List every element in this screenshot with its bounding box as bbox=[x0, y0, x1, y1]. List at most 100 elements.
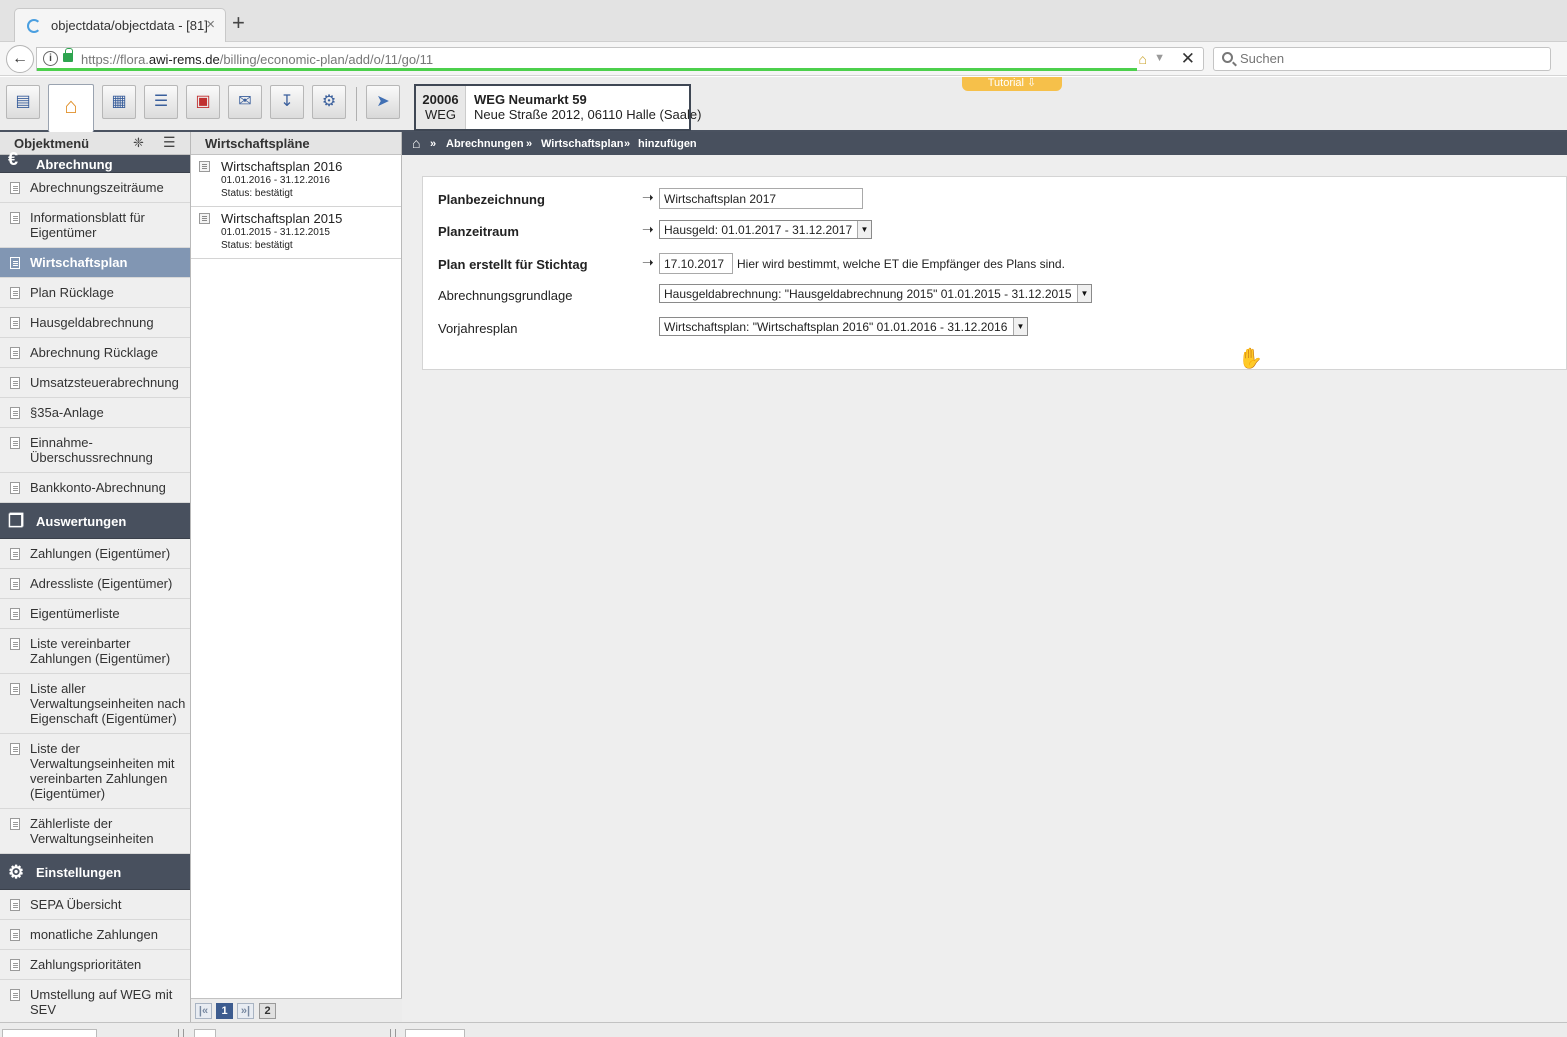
plan-status: Status: bestätigt bbox=[221, 188, 293, 199]
tutorial-tab[interactable]: Tutorial ⇩ bbox=[962, 77, 1062, 91]
menu-item-zaehlerliste[interactable]: Zählerliste der Verwaltungseinheiten bbox=[0, 809, 190, 854]
horizontal-scrollbar[interactable] bbox=[194, 1029, 216, 1037]
breadcrumb-separator: » bbox=[526, 138, 533, 150]
menu-item-label: Zahlungsprioritäten bbox=[30, 957, 142, 972]
menu-item-label: Hausgeldabrechnung bbox=[30, 315, 154, 330]
document-icon bbox=[10, 287, 20, 299]
object-info: WEG Neumarkt 59 Neue Straße 2012, 06110 … bbox=[474, 92, 702, 122]
plan-list-item[interactable]: Wirtschaftsplan 2015 01.01.2015 - 31.12.… bbox=[191, 207, 401, 259]
breadcrumb-wirtschaftsplan[interactable]: Wirtschaftsplan bbox=[541, 138, 623, 150]
document-icon bbox=[10, 212, 20, 224]
menu-item-liste-verwaltungseinheiten-zahlungen[interactable]: Liste der Verwaltungseinheiten mit verei… bbox=[0, 734, 190, 809]
main-content: ⌂ » Abrechnungen » Wirtschaftsplan » hin… bbox=[402, 132, 1567, 1022]
home-icon[interactable]: ⌂ bbox=[48, 84, 94, 132]
form-row-previous-plan: Vorjahresplan Wirtschaftsplan: "Wirtscha… bbox=[438, 317, 1558, 339]
previous-plan-value: Wirtschaftsplan: "Wirtschaftsplan 2016" … bbox=[664, 320, 1008, 334]
menu-item-monatliche-zahlungen[interactable]: monatliche Zahlungen bbox=[0, 920, 190, 950]
object-number: 20006 WEG bbox=[416, 86, 466, 129]
menu-item-label: Wirtschaftsplan bbox=[30, 255, 128, 270]
plan-name-input[interactable] bbox=[659, 188, 863, 209]
visibility-toggle-icon[interactable]: ❈ bbox=[133, 135, 144, 151]
section-settings[interactable]: ⚙ Einstellungen bbox=[0, 854, 190, 890]
settings-icon[interactable]: ⚙ bbox=[312, 85, 346, 119]
menu-item-wirtschaftsplan[interactable]: Wirtschaftsplan bbox=[0, 248, 190, 278]
home-page-icon[interactable]: ⌂ bbox=[1139, 51, 1147, 67]
menu-item-bankkonto-abrechnung[interactable]: Bankkonto-Abrechnung bbox=[0, 473, 190, 503]
address-bar[interactable]: i https://flora.awi-rems.de/billing/econ… bbox=[36, 47, 1204, 71]
plan-name-label: Planbezeichnung bbox=[438, 192, 545, 207]
previous-plan-select[interactable]: Wirtschaftsplan: "Wirtschaftsplan 2016" … bbox=[659, 317, 1028, 336]
download-icon[interactable]: ↧ bbox=[270, 85, 304, 119]
calendar-icon[interactable]: ▦ bbox=[102, 85, 136, 119]
document-icon bbox=[10, 683, 20, 695]
browser-search-box[interactable] bbox=[1213, 47, 1551, 71]
tab-title: objectdata/objectdata - [81] bbox=[51, 18, 208, 33]
breadcrumb: ⌂ » Abrechnungen » Wirtschaftsplan » hin… bbox=[402, 132, 1567, 155]
form-row-plan-period: Planzeitraum ➝ Hausgeld: 01.01.2017 - 31… bbox=[438, 220, 1558, 242]
pager-last-button[interactable]: »| bbox=[237, 1003, 254, 1019]
menu-item-abrechnung-ruecklage[interactable]: Abrechnung Rücklage bbox=[0, 338, 190, 368]
resize-handle[interactable] bbox=[178, 1029, 184, 1037]
menu-item-zahlungen[interactable]: Zahlungen (Eigentümer) bbox=[0, 539, 190, 569]
document-icon bbox=[10, 317, 20, 329]
required-arrow-icon: ➝ bbox=[642, 189, 654, 205]
reference-date-input[interactable] bbox=[659, 253, 733, 274]
rocket-icon[interactable]: ➤ bbox=[366, 85, 400, 119]
menu-item-umstellung-weg-sev[interactable]: Umstellung auf WEG mit SEV bbox=[0, 980, 190, 1022]
horizontal-scrollbar[interactable] bbox=[2, 1029, 97, 1037]
menu-item-plan-ruecklage[interactable]: Plan Rücklage bbox=[0, 278, 190, 308]
menu-item-sepa-uebersicht[interactable]: SEPA Übersicht bbox=[0, 890, 190, 920]
menu-item-adressliste[interactable]: Adressliste (Eigentümer) bbox=[0, 569, 190, 599]
menu-item-35a-anlage[interactable]: §35a-Anlage bbox=[0, 398, 190, 428]
pager-current-page[interactable]: 1 bbox=[216, 1003, 233, 1019]
toolbar-divider bbox=[356, 87, 357, 121]
tab-close-icon[interactable]: × bbox=[206, 16, 215, 33]
menu-item-informationsblatt[interactable]: Informationsblatt für Eigentümer bbox=[0, 203, 190, 248]
new-tab-button[interactable]: + bbox=[232, 12, 245, 34]
contact-card-icon[interactable]: ▤ bbox=[6, 85, 40, 119]
chevron-down-icon: ▼ bbox=[1013, 318, 1027, 335]
browser-tab[interactable]: objectdata/objectdata - [81] × bbox=[14, 8, 226, 42]
section-reports[interactable]: ❐ Auswertungen bbox=[0, 503, 190, 539]
menu-item-liste-vereinbarter-zahlungen[interactable]: Liste vereinbarter Zahlungen (Eigentümer… bbox=[0, 629, 190, 674]
menu-item-label: Liste aller Verwaltungseinheiten nach Ei… bbox=[30, 681, 186, 726]
menu-item-label: Umsatzsteuerabrechnung bbox=[30, 375, 179, 390]
chevron-down-icon[interactable]: ▼ bbox=[1154, 52, 1165, 64]
menu-item-umsatzsteuerabrechnung[interactable]: Umsatzsteuerabrechnung bbox=[0, 368, 190, 398]
previous-plan-label: Vorjahresplan bbox=[438, 321, 518, 336]
menu-item-zahlungsprioritaeten[interactable]: Zahlungsprioritäten bbox=[0, 950, 190, 980]
search-input[interactable] bbox=[1240, 51, 1540, 66]
pdf-icon[interactable]: ▣ bbox=[186, 85, 220, 119]
billing-basis-select[interactable]: Hausgeldabrechnung: "Hausgeldabrechnung … bbox=[659, 284, 1092, 303]
pager-first-button[interactable]: |« bbox=[195, 1003, 212, 1019]
resize-handle[interactable] bbox=[390, 1029, 396, 1037]
chevron-down-icon: ▼ bbox=[1077, 285, 1091, 302]
plans-panel-header: Wirtschaftspläne bbox=[191, 132, 401, 155]
plan-list-item[interactable]: Wirtschaftsplan 2016 01.01.2016 - 31.12.… bbox=[191, 155, 401, 207]
menu-item-einnahme-ueberschussrechnung[interactable]: Einnahme-Überschussrechnung bbox=[0, 428, 190, 473]
menu-item-liste-aller-verwaltungseinheiten[interactable]: Liste aller Verwaltungseinheiten nach Ei… bbox=[0, 674, 190, 734]
menu-list-icon[interactable]: ☰ bbox=[163, 134, 176, 151]
menu-item-abrechnungszeitraeume[interactable]: Abrechnungszeiträume bbox=[0, 173, 190, 203]
site-info-icon[interactable]: i bbox=[43, 51, 58, 66]
required-arrow-icon: ➝ bbox=[642, 221, 654, 237]
breadcrumb-abrechnungen[interactable]: Abrechnungen bbox=[446, 138, 524, 150]
section-billing[interactable]: € Abrechnung bbox=[0, 149, 190, 173]
menu-item-label: Bankkonto-Abrechnung bbox=[30, 480, 166, 495]
horizontal-scrollbar[interactable] bbox=[405, 1029, 465, 1037]
plan-form: Planbezeichnung ➝ Planzeitraum ➝ Hausgel… bbox=[422, 176, 1567, 370]
mail-icon[interactable]: ✉ bbox=[228, 85, 262, 119]
required-arrow-icon: ➝ bbox=[642, 254, 654, 270]
menu-item-label: Informationsblatt für Eigentümer bbox=[30, 210, 145, 240]
breadcrumb-hinzufuegen: hinzufügen bbox=[638, 138, 697, 150]
stop-loading-icon[interactable]: ✕ bbox=[1181, 49, 1195, 69]
document-icon bbox=[199, 213, 210, 224]
object-menu-header: Objektmenü ❈ ☰ bbox=[0, 132, 190, 155]
list-icon[interactable]: ☰ bbox=[144, 85, 178, 119]
plan-period-select[interactable]: Hausgeld: 01.01.2017 - 31.12.2017 ▼ bbox=[659, 220, 872, 239]
menu-item-hausgeldabrechnung[interactable]: Hausgeldabrechnung bbox=[0, 308, 190, 338]
back-button[interactable]: ← bbox=[6, 45, 34, 73]
menu-item-eigentuemerliste[interactable]: Eigentümerliste bbox=[0, 599, 190, 629]
plans-panel-title: Wirtschaftspläne bbox=[205, 136, 310, 151]
home-icon[interactable]: ⌂ bbox=[412, 135, 420, 151]
